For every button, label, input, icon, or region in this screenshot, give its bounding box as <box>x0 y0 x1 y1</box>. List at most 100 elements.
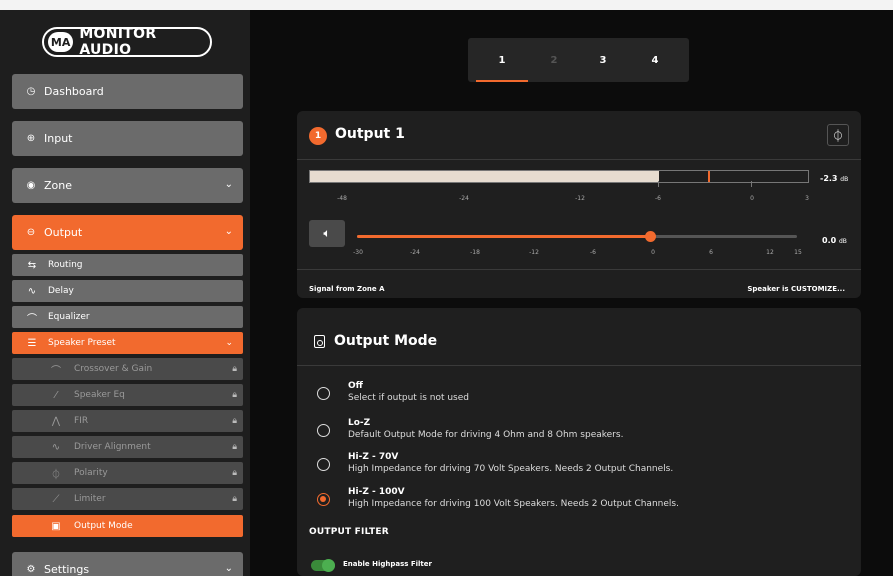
meter-tick-label: -48 <box>337 195 347 202</box>
lock-icon: 🔒︎ <box>232 468 237 478</box>
mute-button[interactable]: 🔈︎ <box>309 220 345 247</box>
highpass-toggle-label: Enable Highpass Filter <box>343 560 432 568</box>
mode-option-description: High Impedance for driving 70 Volt Speak… <box>348 464 674 474</box>
equalizer-icon: ⌒ <box>27 313 37 325</box>
volume-value: 0.0 <box>822 236 837 245</box>
sidebar-item-label: Crossover & Gain <box>74 364 153 374</box>
delay-icon: ∿ <box>27 285 37 297</box>
lock-icon: 🔒︎ <box>232 364 237 374</box>
output-number-badge: 1 <box>309 127 327 145</box>
sidebar-item-label: Zone <box>44 179 73 192</box>
level-value: -2.3 <box>820 174 838 183</box>
signal-source-text: Signal from Zone A <box>309 285 385 293</box>
radio-button[interactable] <box>317 458 330 471</box>
mode-option-description: Select if output is not used <box>348 393 469 403</box>
chevron-down-icon: ⌄ <box>225 338 233 348</box>
lock-icon: 🔒︎ <box>232 390 237 400</box>
radio-button[interactable] <box>317 493 330 506</box>
sidebar-item-label: Equalizer <box>48 312 90 322</box>
sidebar-item-zone[interactable]: ◉ Zone ⌄ <box>12 168 243 203</box>
phase-button[interactable]: ⏀ <box>827 124 849 146</box>
gauge-icon: ◷ <box>26 86 36 97</box>
polarity-icon: ⏀ <box>51 469 61 481</box>
output-icon: ⊖ <box>26 227 36 238</box>
speaker-status-text: Speaker is CUSTOMIZE... <box>747 285 845 293</box>
mode-option-description: High Impedance for driving 100 Volt Spea… <box>348 499 679 509</box>
lock-icon: 🔒︎ <box>232 442 237 452</box>
card-divider <box>297 365 861 366</box>
level-meter-fill <box>310 171 659 182</box>
sidebar-item-limiter[interactable]: ⟋ Limiter 🔒︎ <box>12 488 243 510</box>
card-divider <box>297 269 861 270</box>
meter-tick-label: 0 <box>750 195 754 202</box>
volume-tick-label: -6 <box>590 249 596 256</box>
volume-tick-label: -24 <box>410 249 420 256</box>
sidebar-item-label: Speaker Eq <box>74 390 125 400</box>
speaker-eq-icon: ⁄ <box>55 389 57 401</box>
sidebar-item-polarity[interactable]: ⏀ Polarity 🔒︎ <box>12 462 243 484</box>
mode-option-title: Lo-Z <box>348 418 371 428</box>
radio-button[interactable] <box>317 424 330 437</box>
fir-icon: ⋀ <box>51 415 61 427</box>
sidebar-item-speaker-preset[interactable]: ☰ Speaker Preset ⌄ <box>12 332 243 354</box>
volume-tick-label: 12 <box>766 249 774 256</box>
zone-icon: ◉ <box>26 180 36 191</box>
volume-slider[interactable] <box>357 231 797 242</box>
sidebar-item-label: Routing <box>48 260 83 270</box>
sidebar-item-label: Output <box>44 226 83 239</box>
mode-option-title: Off <box>348 381 363 391</box>
output-filter-heading: OUTPUT FILTER <box>309 527 389 537</box>
sidebar-item-label: Delay <box>48 286 74 296</box>
chevron-down-icon: ⌄ <box>224 563 233 574</box>
sidebar-item-output-mode[interactable]: ▣ Output Mode <box>12 515 243 537</box>
meter-tick-label: -6 <box>655 195 661 202</box>
level-meter <box>309 170 809 187</box>
output-mode-title: Output Mode <box>334 333 438 349</box>
mode-option-title: Hi-Z - 100V <box>348 487 405 497</box>
speaker-volume-icon: 🔈︎ <box>323 226 331 240</box>
alignment-icon: ∿ <box>51 441 61 453</box>
tab-output-1[interactable]: 1 <box>482 38 522 82</box>
sidebar-item-equalizer[interactable]: ⌒ Equalizer <box>12 306 243 328</box>
sidebar-item-label: Limiter <box>74 494 106 504</box>
sidebar-item-driver-alignment[interactable]: ∿ Driver Alignment 🔒︎ <box>12 436 243 458</box>
sidebar-item-input[interactable]: ⊕ Input <box>12 121 243 156</box>
sidebar-item-settings[interactable]: ⚙ Settings ⌄ <box>12 552 243 576</box>
sidebar-item-delay[interactable]: ∿ Delay <box>12 280 243 302</box>
meter-tick <box>658 181 659 187</box>
sidebar-item-crossover-gain[interactable]: ⌒ Crossover & Gain 🔒︎ <box>12 358 243 380</box>
tab-output-3[interactable]: 3 <box>583 38 623 82</box>
chevron-down-icon: ⌄ <box>224 179 233 190</box>
mode-option-title: Hi-Z - 70V <box>348 452 399 462</box>
sidebar-item-label: Input <box>44 132 73 145</box>
chevron-down-icon: ⌄ <box>224 226 233 237</box>
sidebar-item-label: Settings <box>44 563 90 576</box>
speaker-icon <box>314 335 325 348</box>
lock-icon: 🔒︎ <box>232 416 237 426</box>
logo-mark-icon: MA <box>48 32 74 52</box>
tab-output-4[interactable]: 4 <box>635 38 675 82</box>
output-mode-card: Output Mode Off Select if output is not … <box>297 308 861 576</box>
volume-slider-thumb[interactable] <box>645 231 657 242</box>
speaker-icon: ▣ <box>51 520 61 532</box>
meter-tick <box>751 181 752 187</box>
gear-icon: ⚙ <box>26 564 36 575</box>
sidebar-item-routing[interactable]: ⇆ Routing <box>12 254 243 276</box>
tab-output-2[interactable]: 2 <box>534 38 574 82</box>
sidebar-item-speaker-eq[interactable]: ⁄ Speaker Eq 🔒︎ <box>12 384 243 406</box>
radio-button[interactable] <box>317 387 330 400</box>
sliders-icon: ☰ <box>27 337 37 349</box>
sidebar: MA MONITOR AUDIO ◷ Dashboard ⊕ Input ◉ Z… <box>0 10 250 576</box>
sidebar-item-output[interactable]: ⊖ Output ⌄ <box>12 215 243 250</box>
volume-tick-label: -18 <box>470 249 480 256</box>
card-divider <box>297 159 861 160</box>
volume-unit: dB <box>838 238 847 245</box>
highpass-toggle[interactable] <box>311 559 335 572</box>
sidebar-item-fir[interactable]: ⋀ FIR 🔒︎ <box>12 410 243 432</box>
meter-tick-label: 3 <box>805 195 809 202</box>
volume-tick-label: 15 <box>794 249 802 256</box>
sidebar-item-dashboard[interactable]: ◷ Dashboard <box>12 74 243 109</box>
app-window: MA MONITOR AUDIO ◷ Dashboard ⊕ Input ◉ Z… <box>0 10 893 576</box>
sidebar-item-label: Driver Alignment <box>74 442 151 452</box>
output-card: 1 Output 1 ⏀ -48 -24 -12 -6 0 3 -2.3 dB … <box>297 111 861 298</box>
